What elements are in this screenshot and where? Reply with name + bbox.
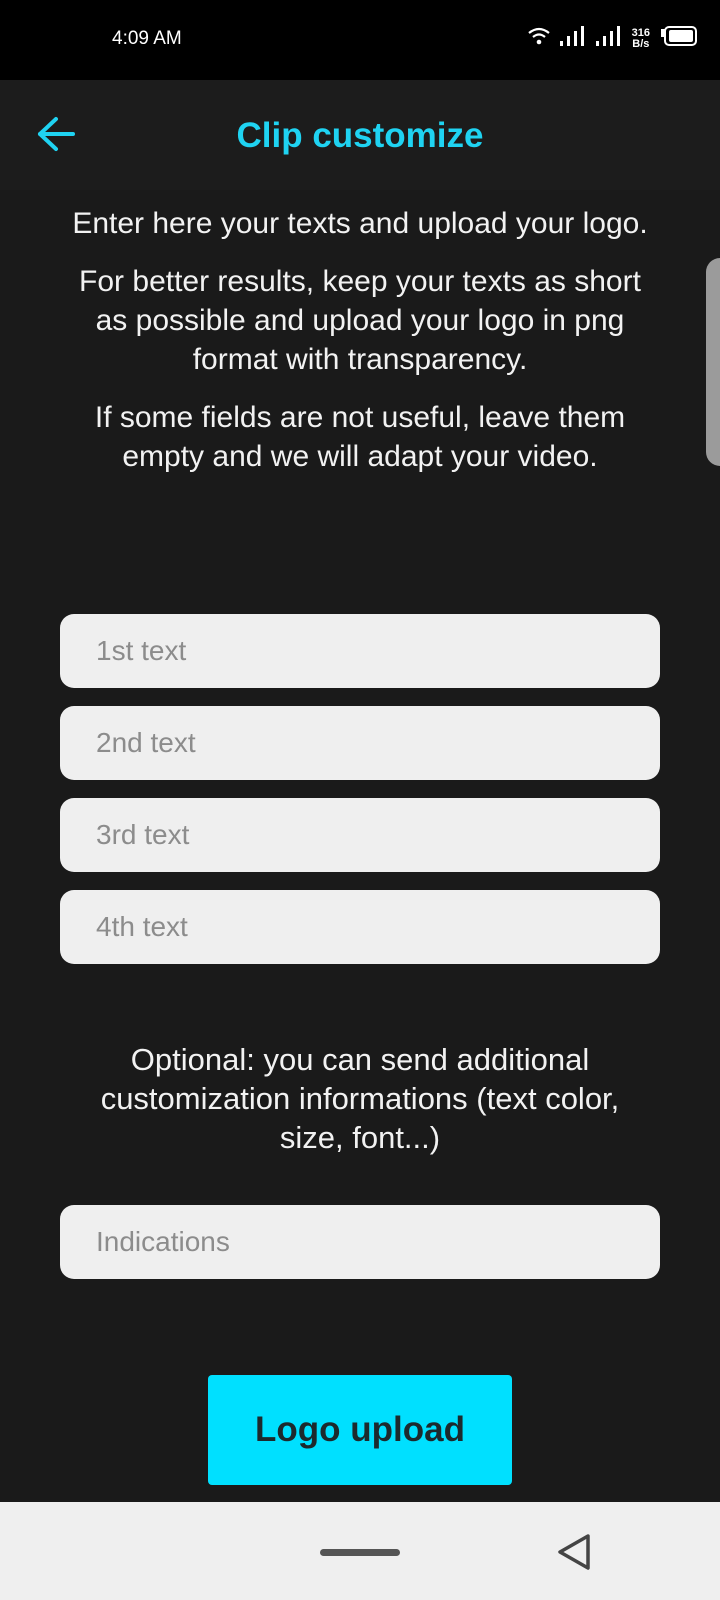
- intro-line-3: If some fields are not useful, leave the…: [94, 401, 626, 473]
- wifi-icon: [527, 27, 550, 50]
- third-text-input[interactable]: [60, 798, 660, 872]
- app-bar: Clip customize: [0, 80, 720, 190]
- signal-icon: [595, 26, 622, 51]
- battery-icon: [660, 26, 698, 51]
- net-speed: 316 B/s: [631, 26, 650, 50]
- intro-line-2: For better results, keep your texts as s…: [79, 265, 641, 376]
- main-content: Enter here your texts and upload your lo…: [0, 190, 720, 1502]
- back-triangle-icon[interactable]: [556, 1532, 592, 1572]
- intro-text: Enter here your texts and upload your lo…: [0, 204, 720, 476]
- optional-note: Optional: you can send additional custom…: [100, 1042, 620, 1155]
- logo-upload-button[interactable]: Logo upload: [208, 1375, 512, 1485]
- net-speed-unit: B/s: [632, 37, 650, 50]
- intro-line-1: Enter here your texts and upload your lo…: [72, 207, 648, 240]
- signal-icon: [559, 26, 586, 51]
- status-bar: 4:09 AM 316 B/s: [0, 0, 720, 80]
- status-time: 4:09 AM: [112, 28, 182, 49]
- indications-input[interactable]: [60, 1205, 660, 1279]
- fourth-text-input[interactable]: [60, 890, 660, 964]
- system-nav-bar: [0, 1502, 720, 1600]
- status-icons: 316 B/s: [527, 26, 698, 51]
- scroll-handle[interactable]: [706, 258, 720, 466]
- first-text-input[interactable]: [60, 614, 660, 688]
- home-handle[interactable]: [320, 1549, 400, 1556]
- page-title: Clip customize: [236, 116, 484, 155]
- second-text-input[interactable]: [60, 706, 660, 780]
- net-speed-value: 316: [631, 26, 650, 39]
